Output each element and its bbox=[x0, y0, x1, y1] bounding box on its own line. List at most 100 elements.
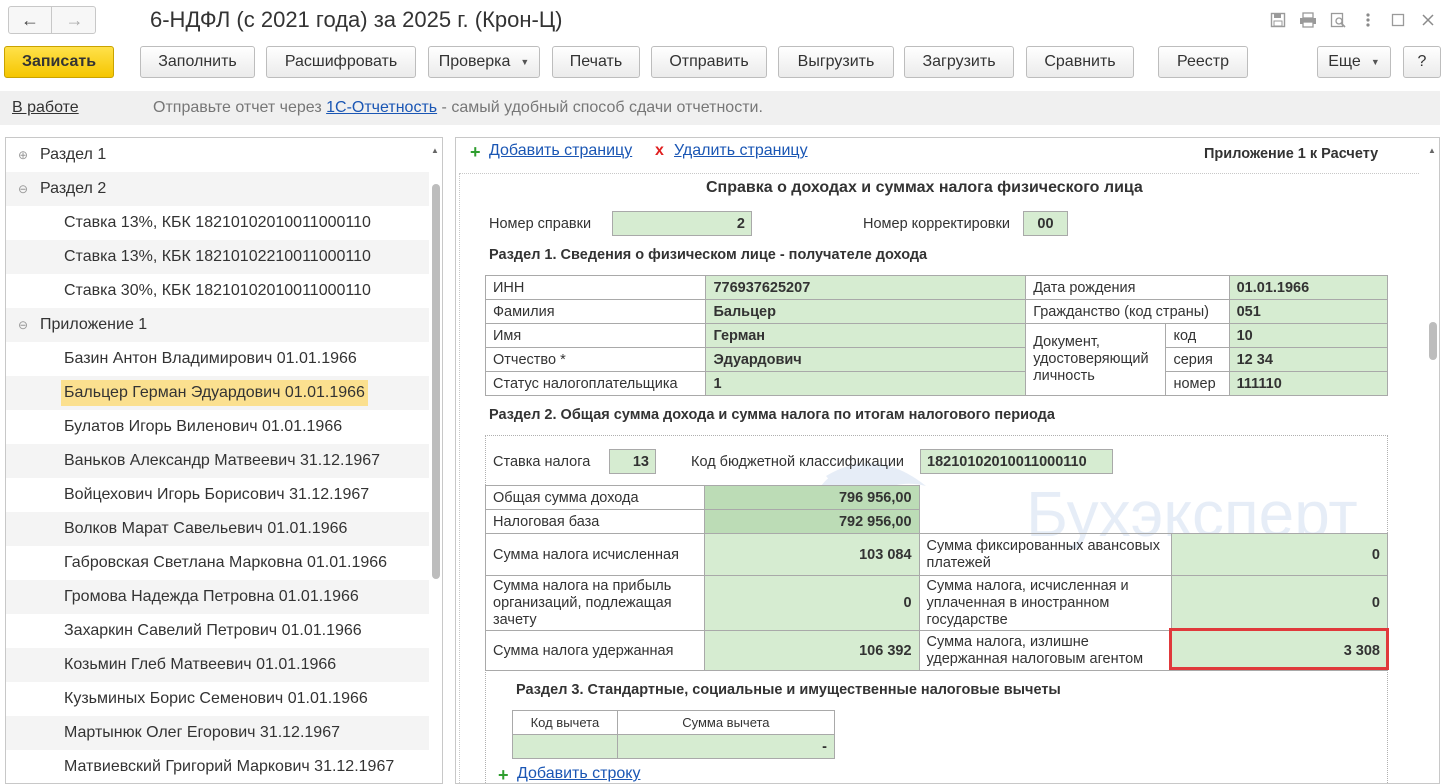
more-vertical-icon[interactable] bbox=[1353, 8, 1383, 32]
fill-button[interactable]: Заполнить bbox=[140, 46, 255, 78]
surname-field[interactable]: Бальцер bbox=[705, 299, 1027, 324]
tax-base-field[interactable]: 792 956,00 bbox=[703, 509, 920, 534]
id-document-label: Документ, удостоверяющий личность bbox=[1025, 323, 1167, 396]
tax-withheld-field[interactable]: 106 392 bbox=[703, 630, 920, 671]
doc-number-field[interactable]: 111110 bbox=[1228, 371, 1389, 396]
form-scrollbar[interactable]: ▲ bbox=[1427, 142, 1437, 782]
maximize-icon[interactable] bbox=[1383, 8, 1413, 32]
decode-button[interactable]: Расшифровать bbox=[266, 46, 416, 78]
reporting-link[interactable]: 1С-Отчетность bbox=[326, 99, 437, 116]
back-arrow-icon[interactable]: ← bbox=[9, 7, 52, 33]
print-button[interactable]: Печать bbox=[552, 46, 640, 78]
scroll-up-icon[interactable]: ▲ bbox=[1428, 146, 1436, 155]
tree-item[interactable]: Громова Надежда Петровна 01.01.1966 bbox=[6, 580, 429, 614]
fixed-advance-label: Сумма фиксированных авансовых платежей bbox=[918, 533, 1173, 576]
tree-group[interactable]: ⊖ Раздел 2 bbox=[6, 172, 429, 206]
status-link[interactable]: В работе bbox=[12, 99, 79, 117]
import-button[interactable]: Загрузить bbox=[904, 46, 1014, 78]
tax-withheld-label: Сумма налога удержанная bbox=[485, 630, 705, 671]
citizenship-field[interactable]: 051 bbox=[1228, 299, 1389, 324]
send-button[interactable]: Отправить bbox=[651, 46, 767, 78]
tree-item-label: Козьмин Глеб Матвеевич 01.01.1966 bbox=[64, 656, 337, 673]
doc-series-field[interactable]: 12 34 bbox=[1228, 347, 1389, 372]
tree-group[interactable]: ⊖ Приложение 1 bbox=[6, 308, 429, 342]
tree-group[interactable]: ⊕ Раздел 1 bbox=[6, 138, 429, 172]
help-button[interactable]: ? bbox=[1403, 46, 1441, 78]
empty-cell bbox=[919, 486, 1387, 510]
tree-item-label: Волков Марат Савельевич 01.01.1966 bbox=[64, 520, 348, 537]
tree-item[interactable]: Булатов Игорь Виленович 01.01.1966 bbox=[6, 410, 429, 444]
section2-title: Раздел 2. Общая сумма дохода и сумма нал… bbox=[489, 407, 1055, 423]
kbk-field[interactable]: 18210102010011000110 bbox=[920, 449, 1113, 474]
tree-item[interactable]: Ставка 30%, КБК 18210102010011000110 bbox=[6, 274, 429, 308]
tree-scroll-thumb[interactable] bbox=[432, 184, 440, 579]
tree-item[interactable]: Бальцер Герман Эдуардович 01.01.1966 bbox=[6, 376, 429, 410]
more-dropdown-button[interactable]: Еще ▼ bbox=[1317, 46, 1391, 78]
deduction-code-header: Код вычета bbox=[512, 710, 618, 735]
deduction-sum-cell[interactable]: - bbox=[616, 734, 836, 759]
appendix-caption: Приложение 1 к Расчету bbox=[1204, 146, 1379, 162]
doc-code-field[interactable]: 10 bbox=[1228, 323, 1389, 348]
collapse-icon[interactable]: ⊖ bbox=[18, 318, 28, 332]
registry-button[interactable]: Реестр bbox=[1158, 46, 1248, 78]
title-icons bbox=[1263, 8, 1443, 32]
name-field[interactable]: Герман bbox=[705, 323, 1027, 348]
print-icon[interactable] bbox=[1293, 8, 1323, 32]
save-button[interactable]: Записать bbox=[4, 46, 114, 78]
tree-item-label: Габровская Светлана Марковна 01.01.1966 bbox=[64, 554, 388, 571]
expand-icon[interactable]: ⊕ bbox=[18, 148, 28, 162]
tree-item[interactable]: Матвиевский Григорий Маркович 31.12.1967 bbox=[6, 750, 429, 783]
correction-field[interactable]: 00 bbox=[1023, 211, 1068, 236]
tree-item[interactable]: Мартынюк Олег Егорович 31.12.1967 bbox=[6, 716, 429, 750]
tree-item-label: Ваньков Александр Матвеевич 31.12.1967 bbox=[64, 452, 381, 469]
highlight-frame bbox=[1169, 628, 1389, 670]
add-page-link[interactable]: Добавить страницу bbox=[489, 142, 632, 160]
tree-item[interactable]: Волков Марат Савельевич 01.01.1966 bbox=[6, 512, 429, 546]
foreign-tax-label: Сумма налога, исчисленная и уплаченная в… bbox=[918, 575, 1173, 631]
tree-item[interactable]: Кузьминых Борис Семенович 01.01.1966 bbox=[6, 682, 429, 716]
cert-number-field[interactable]: 2 bbox=[612, 211, 752, 236]
tree-item-label: Булатов Игорь Виленович 01.01.1966 bbox=[64, 418, 343, 435]
forward-arrow-icon[interactable]: → bbox=[53, 7, 96, 33]
scroll-up-icon[interactable]: ▲ bbox=[431, 146, 439, 155]
patronymic-field[interactable]: Эдуардович bbox=[705, 347, 1027, 372]
check-dropdown-button[interactable]: Проверка ▼ bbox=[428, 46, 540, 78]
profit-tax-offset-field[interactable]: 0 bbox=[703, 575, 920, 631]
close-icon[interactable] bbox=[1413, 8, 1443, 32]
taxpayer-status-field[interactable]: 1 bbox=[705, 371, 1027, 396]
tree-item[interactable]: Ставка 13%, КБК 18210102210011000110 bbox=[6, 240, 429, 274]
foreign-tax-field[interactable]: 0 bbox=[1171, 575, 1388, 631]
doc-series-label: серия bbox=[1165, 347, 1230, 372]
save-disk-icon[interactable] bbox=[1263, 8, 1293, 32]
add-row-link[interactable]: Добавить строку bbox=[517, 765, 640, 783]
dropdown-caret-icon: ▼ bbox=[1370, 57, 1380, 67]
tree-item[interactable]: Захаркин Савелий Петрович 01.01.1966 bbox=[6, 614, 429, 648]
fixed-advance-field[interactable]: 0 bbox=[1171, 533, 1388, 576]
tree-item-label: Раздел 1 bbox=[40, 146, 107, 163]
doc-number-label: номер bbox=[1165, 371, 1230, 396]
tree-item[interactable]: Ставка 13%, КБК 18210102010011000110 bbox=[6, 206, 429, 240]
birth-field[interactable]: 01.01.1966 bbox=[1228, 275, 1389, 300]
tree-item[interactable]: Войцехович Игорь Борисович 31.12.1967 bbox=[6, 478, 429, 512]
delete-page-link[interactable]: Удалить страницу bbox=[674, 142, 808, 160]
tree-item-label: Ставка 13%, КБК 18210102210011000110 bbox=[64, 248, 371, 265]
tax-rate-field[interactable]: 13 bbox=[609, 449, 656, 474]
form-scroll-thumb[interactable] bbox=[1429, 322, 1437, 360]
tree-scrollbar[interactable]: ▲ bbox=[430, 142, 440, 782]
export-button[interactable]: Выгрузить bbox=[778, 46, 894, 78]
deduction-code-cell[interactable] bbox=[512, 734, 618, 759]
empty-cell bbox=[918, 509, 1388, 534]
tree-item[interactable]: Ваньков Александр Матвеевич 31.12.1967 bbox=[6, 444, 429, 478]
total-income-field[interactable]: 796 956,00 bbox=[703, 485, 920, 510]
compare-button[interactable]: Сравнить bbox=[1026, 46, 1134, 78]
add-row-icon: + bbox=[498, 765, 509, 784]
preview-icon[interactable] bbox=[1323, 8, 1353, 32]
more-button-label: Еще bbox=[1328, 53, 1361, 70]
tree-item[interactable]: Габровская Светлана Марковна 01.01.1966 bbox=[6, 546, 429, 580]
tree-item[interactable]: Базин Антон Владимирович 01.01.1966 bbox=[6, 342, 429, 376]
tax-calculated-field[interactable]: 103 084 bbox=[703, 533, 920, 576]
deduction-sum-header: Сумма вычета bbox=[616, 710, 836, 735]
collapse-icon[interactable]: ⊖ bbox=[18, 182, 28, 196]
tree-item[interactable]: Козьмин Глеб Матвеевич 01.01.1966 bbox=[6, 648, 429, 682]
inn-field[interactable]: 776937625207 bbox=[705, 275, 1027, 300]
